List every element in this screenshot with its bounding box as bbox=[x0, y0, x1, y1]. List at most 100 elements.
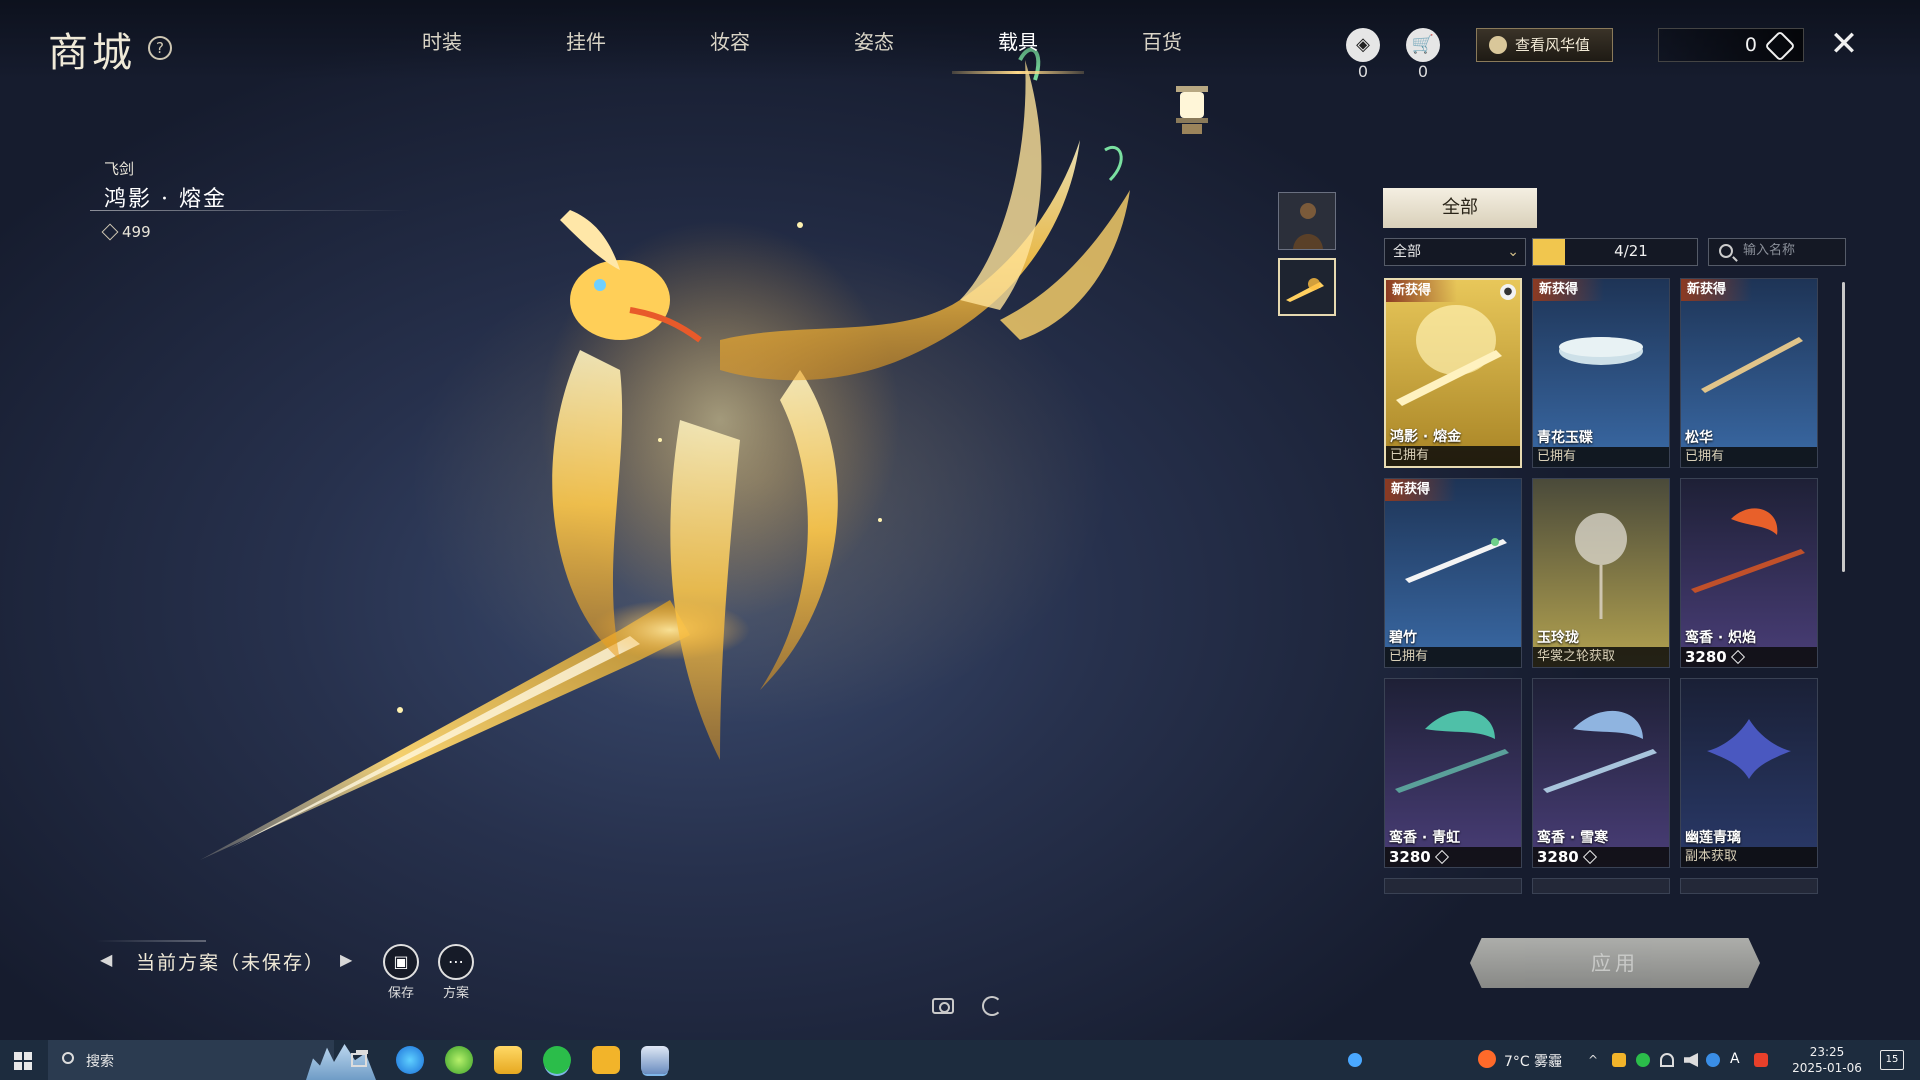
taskbar-search[interactable]: 搜索 bbox=[48, 1040, 376, 1080]
storage-icon[interactable]: ◈ bbox=[1346, 28, 1380, 62]
chevron-up-icon[interactable]: ^ bbox=[1588, 1053, 1602, 1067]
new-badge: 新获得 bbox=[1386, 280, 1458, 302]
new-badge: 新获得 bbox=[1533, 279, 1605, 301]
card-name: 鸾香 · 雪寒 bbox=[1537, 830, 1609, 846]
plan-decoration bbox=[96, 940, 206, 942]
windows-start-icon[interactable] bbox=[14, 1052, 32, 1070]
item-card[interactable]: 鸾香 · 雪寒 3280 bbox=[1532, 678, 1670, 868]
tab-vehicle[interactable]: 载具 bbox=[946, 26, 1090, 76]
item-card[interactable] bbox=[1680, 878, 1818, 894]
item-card[interactable] bbox=[1384, 878, 1522, 894]
help-tray-icon[interactable] bbox=[1348, 1053, 1362, 1067]
search-box[interactable] bbox=[1708, 238, 1846, 266]
item-card[interactable]: 幽莲青璃 副本获取 bbox=[1680, 678, 1818, 868]
tray-app-icon[interactable] bbox=[1612, 1053, 1626, 1067]
pine-sword-thumb bbox=[1701, 337, 1803, 393]
phoenix-sword-artwork bbox=[200, 47, 1130, 860]
cart-icon[interactable]: 🛒 bbox=[1406, 28, 1440, 62]
item-card[interactable]: 鸾香 · 青虹 3280 bbox=[1384, 678, 1522, 868]
antivirus-tray-icon[interactable] bbox=[1754, 1053, 1768, 1067]
card-price: 3280 bbox=[1385, 847, 1521, 867]
item-price: 499 bbox=[101, 223, 227, 241]
plan-prev-arrow-icon[interactable]: ◀ bbox=[100, 950, 112, 969]
wechat-icon[interactable] bbox=[543, 1046, 571, 1074]
item-card[interactable]: 新获得 碧竹 已拥有 bbox=[1384, 478, 1522, 668]
currency-value: 0 bbox=[1744, 34, 1757, 56]
bluetooth-icon[interactable] bbox=[1706, 1053, 1720, 1067]
search-icon bbox=[62, 1052, 74, 1064]
item-card[interactable]: 鸾香 · 炽焰 3280 bbox=[1680, 478, 1818, 668]
storage-count: 0 bbox=[1357, 62, 1369, 81]
cart-count: 0 bbox=[1417, 62, 1429, 81]
card-status: 华裳之轮获取 bbox=[1533, 647, 1669, 667]
view-elegance-button[interactable]: 查看风华值 bbox=[1476, 28, 1613, 62]
clock-time: 23:25 bbox=[1809, 1045, 1845, 1059]
snow-bird-sword-thumb bbox=[1543, 710, 1657, 793]
tab-makeup[interactable]: 妆容 bbox=[658, 26, 802, 76]
flame-bird-sword-thumb bbox=[1691, 508, 1805, 593]
notification-icon[interactable]: 15 bbox=[1880, 1050, 1904, 1070]
card-price: 3280 bbox=[1681, 647, 1817, 667]
card-price-value: 3280 bbox=[1537, 848, 1579, 866]
card-status: 副本获取 bbox=[1681, 847, 1817, 867]
scheme-label: 方案 bbox=[442, 986, 469, 1001]
help-icon[interactable]: ? bbox=[148, 36, 172, 60]
currency-icon bbox=[1582, 849, 1597, 865]
item-card[interactable]: 新获得 ● 鸿影 · 熔金 已拥有 bbox=[1384, 278, 1522, 468]
volume-icon[interactable] bbox=[1684, 1053, 1698, 1067]
tab-fashion[interactable]: 时装 bbox=[370, 26, 514, 76]
currency-icon bbox=[1434, 849, 1449, 865]
wifi-icon[interactable] bbox=[1660, 1053, 1674, 1067]
plan-next-arrow-icon[interactable]: ▶ bbox=[340, 950, 352, 969]
lotus-flower-thumb bbox=[1575, 513, 1627, 619]
item-card[interactable]: 新获得 松华 已拥有 bbox=[1680, 278, 1818, 468]
item-grid: 新获得 ● 鸿影 · 熔金 已拥有 新获得 青花玉碟 已拥有 新获得 松华 已拥… bbox=[1384, 278, 1820, 896]
item-price-value: 499 bbox=[122, 223, 151, 241]
item-info-panel: 飞剑 鸿影 · 熔金 499 bbox=[90, 158, 410, 241]
bamboo-sword-thumb bbox=[1405, 538, 1507, 583]
card-name: 碧竹 bbox=[1389, 630, 1417, 646]
game-launcher-icon[interactable] bbox=[592, 1046, 620, 1074]
search-input[interactable] bbox=[1743, 243, 1839, 258]
browser-app-icon[interactable] bbox=[445, 1046, 473, 1074]
clock[interactable]: 23:25 2025-01-06 bbox=[1792, 1044, 1862, 1076]
phoenix-sword-thumb bbox=[1396, 305, 1502, 406]
ime-indicator[interactable]: A bbox=[1730, 1051, 1744, 1067]
tab-pendant[interactable]: 挂件 bbox=[514, 26, 658, 76]
wechat-tray-icon[interactable] bbox=[1636, 1053, 1650, 1067]
card-name: 鸾香 · 青虹 bbox=[1389, 830, 1461, 846]
character-preview-thumb[interactable] bbox=[1278, 192, 1336, 250]
file-explorer-icon[interactable] bbox=[494, 1046, 522, 1074]
item-card[interactable] bbox=[1532, 878, 1670, 894]
new-badge: 新获得 bbox=[1681, 279, 1753, 301]
game-client-icon[interactable] bbox=[641, 1046, 669, 1074]
tab-pose[interactable]: 姿态 bbox=[802, 26, 946, 76]
item-card[interactable]: 新获得 青花玉碟 已拥有 bbox=[1532, 278, 1670, 468]
card-name: 幽莲青璃 bbox=[1685, 830, 1741, 846]
scheme-button[interactable]: ⋯ bbox=[438, 944, 474, 980]
item-card[interactable]: 玉玲珑 华裳之轮获取 bbox=[1532, 478, 1670, 668]
grid-scrollbar[interactable] bbox=[1842, 282, 1845, 572]
weather-text[interactable]: 7°C 雾霾 bbox=[1504, 1051, 1562, 1071]
category-dropdown[interactable]: 全部 ⌄ bbox=[1384, 238, 1526, 266]
camera-icon[interactable] bbox=[932, 998, 954, 1014]
taskbar: 搜索 7°C 雾霾 ^ A 23:25 2025-01-06 15 bbox=[0, 1040, 1920, 1080]
game-viewport[interactable]: 商城 ? 时装 挂件 妆容 姿态 载具 百货 ◈ 0 🛒 0 查看风华值 0 ✕… bbox=[0, 0, 1920, 1040]
card-price-value: 3280 bbox=[1389, 848, 1431, 866]
apply-button[interactable]: 应用 bbox=[1470, 938, 1760, 988]
tab-general-goods[interactable]: 百货 bbox=[1090, 26, 1234, 76]
close-button[interactable]: ✕ bbox=[1826, 26, 1862, 62]
reset-view-icon[interactable] bbox=[982, 996, 1002, 1016]
weather-icon[interactable] bbox=[1478, 1050, 1496, 1068]
task-view-icon[interactable] bbox=[346, 1046, 374, 1074]
save-button[interactable]: ▣ bbox=[383, 944, 419, 980]
item-preview-thumb[interactable] bbox=[1278, 258, 1336, 316]
more-icon: ⋯ bbox=[448, 952, 464, 971]
filter-tab-all[interactable]: 全部 bbox=[1383, 188, 1537, 228]
owned-count: 4/21 bbox=[1614, 242, 1648, 260]
save-icon: ▣ bbox=[393, 952, 409, 971]
card-name: 鸾香 · 炽焰 bbox=[1685, 630, 1757, 646]
edge-browser-icon[interactable] bbox=[396, 1046, 424, 1074]
currency-icon[interactable] bbox=[1764, 30, 1796, 62]
currency-display: 0 bbox=[1658, 28, 1804, 62]
